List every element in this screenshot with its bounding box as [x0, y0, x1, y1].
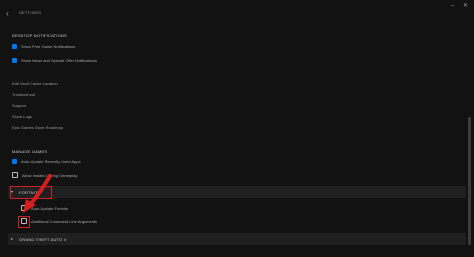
chevron-left-icon[interactable]: ‹ — [6, 9, 16, 19]
scrollbar-thumb[interactable] — [468, 117, 471, 245]
checkbox[interactable] — [12, 158, 17, 164]
settings-window: ‹ SETTINGS – ✕ DESKTOP NOTIFICATIONS Sho… — [0, 0, 474, 257]
checkbox[interactable] — [12, 57, 17, 63]
news-offer-notifications-option[interactable]: Show News and Special Offer Notification… — [12, 56, 97, 64]
title-bar: ‹ SETTINGS – ✕ — [0, 0, 474, 28]
checkbox[interactable] — [21, 205, 27, 211]
support-link[interactable]: Support — [12, 103, 26, 108]
highlight-annotation — [18, 216, 30, 228]
show-logs-link[interactable]: Show Logs — [12, 114, 32, 119]
auto-update-recent-apps-option[interactable]: Auto-Update Recently Used Apps — [12, 157, 81, 165]
game-name: GRAND THEFT AUTO V — [19, 237, 67, 242]
game-row-fortnite[interactable]: ▾ FORTNITE — [8, 186, 466, 198]
auto-update-fortnite-option[interactable]: Auto-Update Fortnite — [21, 204, 68, 212]
minimize-button[interactable]: – — [448, 2, 457, 10]
additional-command-line-arguments-option[interactable]: Additional Command Line Arguments — [21, 217, 97, 225]
checkbox[interactable] — [12, 172, 18, 178]
close-button[interactable]: ✕ — [461, 2, 470, 10]
desktop-notifications-header: DESKTOP NOTIFICATIONS — [12, 33, 67, 38]
allow-installs-during-gameplay-option[interactable]: Allow Installs During Gameplay — [12, 171, 77, 179]
checkbox-label: Show Free Game Notifications — [21, 43, 76, 49]
checkbox-label: Additional Command Line Arguments — [31, 218, 98, 224]
checkbox-label: Auto-Update Fortnite — [31, 205, 69, 211]
checkbox-label: Auto-Update Recently Used Apps — [21, 158, 81, 164]
free-game-notifications-option[interactable]: Show Free Game Notifications — [12, 42, 75, 50]
page-title: SETTINGS — [19, 10, 42, 15]
checkbox-label: Allow Installs During Gameplay — [22, 172, 78, 178]
checkbox[interactable] — [12, 43, 17, 49]
checkbox-label: Show News and Special Offer Notification… — [21, 57, 97, 63]
highlight-annotation — [10, 186, 52, 199]
game-row-gta-v[interactable]: ▸ GRAND THEFT AUTO V — [8, 233, 466, 245]
settings-content: DESKTOP NOTIFICATIONS Show Free Game Not… — [8, 28, 466, 257]
manage-games-header: MANAGE GAMES — [12, 149, 48, 154]
store-roadmap-link[interactable]: Epic Games Store Roadmap — [12, 125, 63, 130]
troubleshoot-link[interactable]: Troubleshoot — [12, 92, 35, 97]
edit-vault-cache-link[interactable]: Edit Vault Cache Location — [12, 81, 58, 86]
caret-right-icon: ▸ — [11, 236, 14, 241]
